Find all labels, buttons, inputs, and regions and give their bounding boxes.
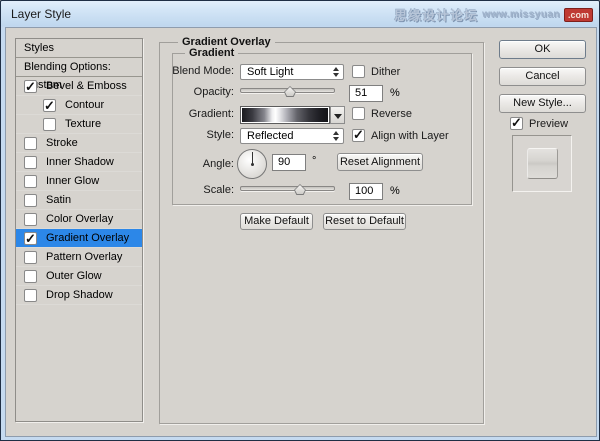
- ok-button[interactable]: OK: [499, 40, 586, 59]
- watermark-badge: .com: [564, 8, 593, 22]
- angle-label: Angle:: [146, 158, 234, 170]
- angle-unit: °: [312, 155, 316, 167]
- scale-label: Scale:: [146, 184, 234, 196]
- reverse-checkbox[interactable]: [352, 107, 365, 120]
- dither-label: Dither: [371, 66, 400, 78]
- reset-to-default-button[interactable]: Reset to Default: [323, 213, 406, 230]
- gradient-overlay-checkbox[interactable]: [24, 232, 37, 245]
- sidebar-item-stroke[interactable]: Stroke: [16, 134, 142, 153]
- watermark-url-text: www.missyuan: [482, 9, 560, 20]
- preview-checkbox[interactable]: [510, 117, 523, 130]
- contour-checkbox[interactable]: [43, 99, 56, 112]
- make-default-button[interactable]: Make Default: [240, 213, 313, 230]
- gradient-preview[interactable]: [240, 106, 330, 124]
- opacity-label: Opacity:: [146, 86, 234, 98]
- scale-input[interactable]: 100: [349, 183, 383, 200]
- watermark: 思缘设计论坛 www.missyuan .com: [394, 5, 593, 24]
- sidebar-item-blending-options[interactable]: Blending Options: Custom: [16, 58, 142, 77]
- align-with-layer-label: Align with Layer: [371, 130, 449, 142]
- sidebar-item-texture[interactable]: Texture: [16, 115, 142, 134]
- gradient-label: Gradient:: [146, 108, 234, 120]
- stepper-icon: [333, 131, 339, 141]
- reverse-label: Reverse: [371, 108, 412, 120]
- sidebar-item-inner-shadow[interactable]: Inner Shadow: [16, 153, 142, 172]
- reset-alignment-button[interactable]: Reset Alignment: [337, 153, 423, 171]
- watermark-forum-text: 思缘设计论坛: [394, 5, 478, 24]
- style-preview-thumbnail: [512, 135, 572, 192]
- satin-checkbox[interactable]: [24, 194, 37, 207]
- sidebar-item-satin[interactable]: Satin: [16, 191, 142, 210]
- color-overlay-checkbox[interactable]: [24, 213, 37, 226]
- drop-shadow-checkbox[interactable]: [24, 289, 37, 302]
- outer-glow-checkbox[interactable]: [24, 270, 37, 283]
- sidebar-item-drop-shadow[interactable]: Drop Shadow: [16, 286, 142, 305]
- style-preview-swatch: [527, 148, 558, 179]
- style-select[interactable]: Reflected: [240, 128, 344, 144]
- dither-checkbox[interactable]: [352, 65, 365, 78]
- dialog-body: Styles Blending Options: Custom Bevel & …: [5, 27, 597, 437]
- sidebar-item-outer-glow[interactable]: Outer Glow: [16, 267, 142, 286]
- layer-style-dialog: Layer Style 思缘设计论坛 www.missyuan .com Sty…: [0, 0, 600, 441]
- stepper-icon: [333, 67, 339, 77]
- group-legend: Gradient: [185, 47, 238, 59]
- inner-shadow-checkbox[interactable]: [24, 156, 37, 169]
- align-with-layer-checkbox[interactable]: [352, 129, 365, 142]
- scale-slider-track[interactable]: [240, 186, 335, 191]
- scale-unit: %: [390, 185, 400, 197]
- bevel-emboss-checkbox[interactable]: [24, 80, 37, 93]
- title-bar[interactable]: Layer Style 思缘设计论坛 www.missyuan .com: [1, 1, 599, 27]
- angle-center-dot: [251, 163, 254, 166]
- opacity-unit: %: [390, 87, 400, 99]
- sidebar-item-contour[interactable]: Contour: [16, 96, 142, 115]
- new-style-button[interactable]: New Style...: [499, 94, 586, 113]
- styles-list: Styles Blending Options: Custom Bevel & …: [15, 38, 143, 422]
- sidebar-item-styles[interactable]: Styles: [16, 39, 142, 58]
- sidebar-item-gradient-overlay[interactable]: Gradient Overlay: [16, 229, 142, 248]
- style-label: Style:: [146, 129, 234, 141]
- preview-label: Preview: [529, 118, 568, 130]
- blend-mode-label: Blend Mode:: [146, 65, 234, 77]
- sidebar-item-inner-glow[interactable]: Inner Glow: [16, 172, 142, 191]
- inner-glow-checkbox[interactable]: [24, 175, 37, 188]
- angle-input[interactable]: 90: [272, 154, 306, 171]
- sidebar-item-pattern-overlay[interactable]: Pattern Overlay: [16, 248, 142, 267]
- texture-checkbox[interactable]: [43, 118, 56, 131]
- dialog-title: Layer Style: [11, 7, 71, 21]
- blend-mode-select[interactable]: Soft Light: [240, 64, 344, 80]
- angle-dial[interactable]: [237, 149, 267, 179]
- stroke-checkbox[interactable]: [24, 137, 37, 150]
- sidebar-item-bevel-emboss[interactable]: Bevel & Emboss: [16, 77, 142, 96]
- cancel-button[interactable]: Cancel: [499, 67, 586, 86]
- sidebar-item-color-overlay[interactable]: Color Overlay: [16, 210, 142, 229]
- pattern-overlay-checkbox[interactable]: [24, 251, 37, 264]
- gradient-dropdown-arrow[interactable]: [330, 106, 345, 124]
- opacity-input[interactable]: 51: [349, 85, 383, 102]
